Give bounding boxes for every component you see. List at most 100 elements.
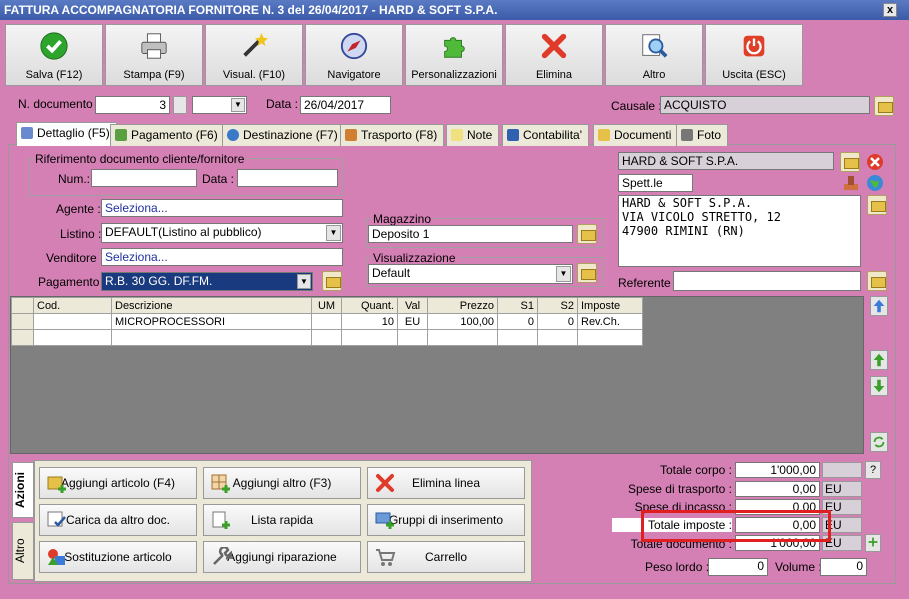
table-row[interactable]: MICROPROCESSORI 10 EU 100,00 0 0 Rev.Ch. [11, 313, 643, 330]
delete-button[interactable]: Elimina [505, 24, 603, 86]
save-button[interactable]: Salva (F12) [5, 24, 103, 86]
venditore-field[interactable]: Seleziona... [101, 248, 343, 266]
referente-label: Referente [618, 276, 671, 290]
pagamento-folder-button[interactable] [322, 271, 342, 291]
preview-button[interactable]: Visual. (F10) [205, 24, 303, 86]
magazzino-field[interactable]: Deposito 1 [368, 225, 573, 243]
col-descrizione[interactable]: Descrizione [111, 297, 312, 314]
tab-azioni[interactable]: Azioni [12, 462, 34, 518]
add-repair-button[interactable]: Aggiungi riparazione [203, 541, 361, 573]
wrench-icon [213, 547, 232, 565]
tab-pagamento[interactable]: Pagamento (F6) [110, 124, 225, 146]
quick-list-button[interactable]: Lista rapida [203, 504, 361, 536]
pagamento-label: Pagamento : [38, 275, 107, 289]
camera-icon [681, 129, 693, 141]
causale-field[interactable]: ACQUISTO [660, 96, 870, 114]
truck-icon [345, 129, 357, 141]
expand-button[interactable] [865, 534, 881, 552]
tab-documenti[interactable]: Documenti [593, 124, 679, 146]
rif-date-field[interactable] [237, 169, 338, 187]
payment-icon [115, 129, 127, 141]
folder-icon [598, 129, 610, 141]
remove-icon[interactable] [866, 153, 884, 171]
window-title: FATTURA ACCOMPAGNATORIA FORNITORE N. 3 d… [0, 0, 909, 20]
stamp-icon[interactable] [842, 174, 860, 192]
spese-trasporto-label: Spese di trasporto : [627, 482, 732, 496]
peso-lordo-field[interactable]: 0 [708, 558, 768, 576]
add-article-button[interactable]: Aggiungi articolo (F4) [39, 467, 197, 499]
replace-article-button[interactable]: Sostituzione articolo [39, 541, 197, 573]
visualizzazione-select[interactable]: Default ▼ [368, 264, 573, 284]
magazzino-folder-button[interactable] [577, 224, 597, 244]
load-from-doc-button[interactable]: Carica da altro doc. [39, 504, 197, 536]
help-button[interactable]: ? [865, 461, 881, 479]
agente-label: Agente : [56, 202, 101, 216]
customize-button[interactable]: Personalizzazioni [405, 24, 503, 86]
refresh-button[interactable] [870, 432, 888, 452]
fornitore-folder-button[interactable] [840, 152, 860, 172]
tab-destinazione[interactable]: Destinazione (F7) [222, 124, 345, 146]
rif-date-label: Data : [202, 172, 235, 186]
fornitore-name-field[interactable]: HARD & SOFT S.P.A. [618, 152, 834, 170]
col-prezzo[interactable]: Prezzo [427, 297, 498, 314]
check-icon [40, 32, 68, 60]
tab-foto[interactable]: Foto [676, 124, 729, 146]
listino-select[interactable]: DEFAULT(Listino al pubblico) ▼ [101, 223, 343, 243]
address-folder-button[interactable] [867, 195, 887, 215]
ndoc-label: N. documento : [18, 97, 100, 111]
navigator-button[interactable]: Navigatore [305, 24, 403, 86]
close-button[interactable]: x [883, 3, 897, 17]
col-s1[interactable]: S1 [497, 297, 538, 314]
referente-field[interactable] [673, 271, 861, 291]
ndoc-suffix-button[interactable] [173, 96, 187, 114]
date-field[interactable]: 26/04/2017 [300, 96, 391, 114]
chevron-down-icon: ▼ [297, 274, 311, 289]
col-val[interactable]: Val [397, 297, 428, 314]
col-quant[interactable]: Quant. [341, 297, 398, 314]
referente-folder-button[interactable] [867, 271, 887, 291]
tab-trasporto[interactable]: Trasporto (F8) [340, 124, 445, 146]
insertion-groups-button[interactable]: Gruppi di inserimento [367, 504, 525, 536]
delete-line-button[interactable]: Elimina linea [367, 467, 525, 499]
add-other-button[interactable]: Aggiungi altro (F3) [203, 467, 361, 499]
col-s2[interactable]: S2 [537, 297, 578, 314]
agente-field[interactable]: Seleziona... [101, 199, 343, 217]
ndoc-suffix-select[interactable]: ▼ [192, 96, 247, 114]
spett-field[interactable]: Spett.le [618, 174, 693, 192]
arrow-up-icon [873, 299, 885, 313]
col-cod[interactable]: Cod. [33, 297, 112, 314]
causale-folder-button[interactable] [874, 96, 894, 116]
address-field[interactable]: HARD & SOFT S.P.A. VIA VICOLO STRETTO, 12… [618, 195, 861, 267]
move-top-button[interactable] [870, 296, 888, 316]
volume-field[interactable]: 0 [820, 558, 867, 576]
tab-dettaglio[interactable]: Dettaglio (F5) [16, 122, 117, 146]
chevron-down-icon: ▼ [326, 225, 341, 241]
visualizzazione-folder-button[interactable] [577, 263, 597, 283]
tab-altro[interactable]: Altro [12, 522, 34, 580]
print-button[interactable]: Stampa (F9) [105, 24, 203, 86]
table-row[interactable] [11, 329, 643, 346]
items-grid[interactable]: Cod. Descrizione UM Quant. Val Prezzo S1… [10, 296, 864, 454]
tab-contabilita[interactable]: Contabilita' [502, 124, 589, 146]
delete-x-icon [376, 474, 394, 492]
spese-trasporto-currency: EU [822, 481, 862, 497]
venditore-label: Venditore : [46, 251, 104, 265]
col-imposte[interactable]: Imposte [577, 297, 643, 314]
spese-trasporto-field[interactable]: 0,00 [735, 481, 820, 497]
pagamento-select[interactable]: R.B. 30 GG. DF.FM. ▼ [101, 272, 313, 291]
magazzino-title: Magazzino [371, 212, 434, 226]
visualizzazione-title: Visualizzazione [371, 251, 458, 265]
globe-icon[interactable] [866, 174, 884, 192]
monitor-add-icon [375, 512, 394, 529]
move-down-button[interactable] [870, 376, 888, 396]
ndoc-field[interactable]: 3 [95, 96, 170, 114]
date-label: Data : [266, 97, 299, 111]
exit-button[interactable]: Uscita (ESC) [705, 24, 803, 86]
more-button[interactable]: Altro [605, 24, 703, 86]
tab-note[interactable]: Note [446, 124, 500, 146]
book-icon [507, 129, 519, 141]
move-up-button[interactable] [870, 350, 888, 370]
col-um[interactable]: UM [311, 297, 342, 314]
cart-button[interactable]: Carrello [367, 541, 525, 573]
num-field[interactable] [91, 169, 197, 187]
